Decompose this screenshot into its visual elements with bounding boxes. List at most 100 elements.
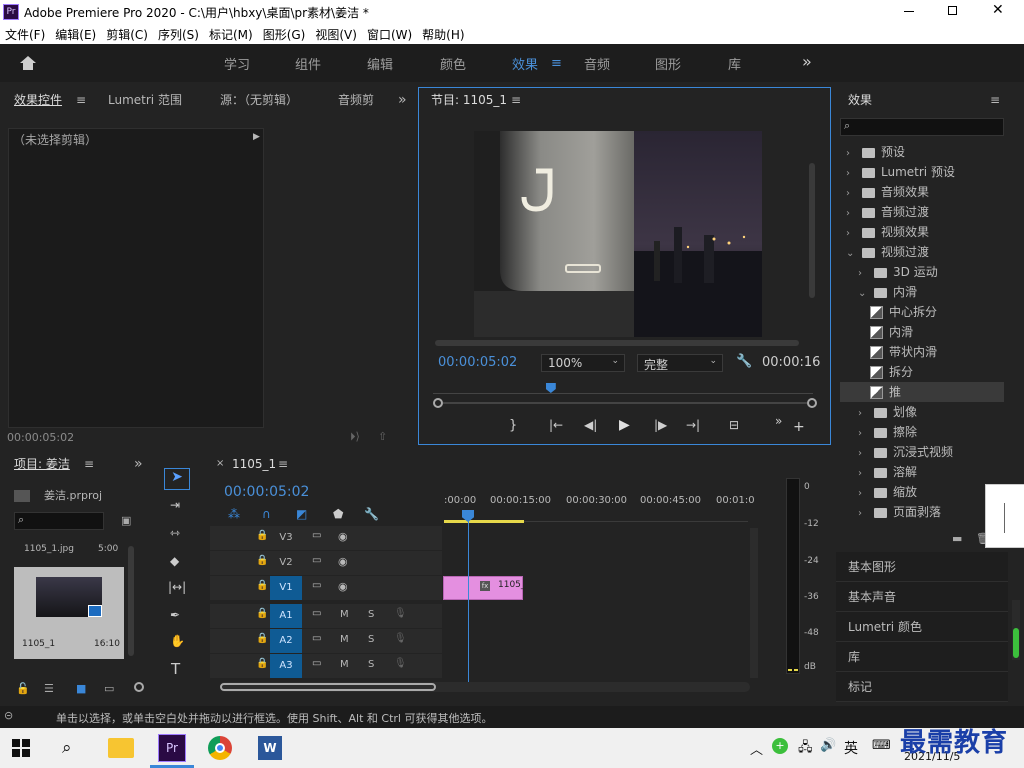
effects-tree-item[interactable]: › 沉浸式视频 (840, 442, 1004, 462)
effects-tree-item[interactable]: › Lumetri 预设 (840, 162, 1004, 182)
word-icon[interactable]: W (258, 736, 282, 760)
go-to-in-icon[interactable]: |← (549, 418, 563, 432)
menu-view[interactable]: 视图(V) (310, 24, 362, 45)
menu-window[interactable]: 窗口(W) (362, 24, 417, 45)
track-label-v2[interactable]: V2 (270, 551, 302, 575)
expand-arrow-icon[interactable]: ▶ (253, 132, 260, 142)
track-sync-icon[interactable]: ▭ (312, 530, 321, 541)
effects-tree-item[interactable]: 推 (840, 382, 1004, 402)
program-scroll-right-handle[interactable] (807, 398, 817, 408)
solo-button[interactable]: S (368, 659, 374, 670)
export-frame-icon[interactable]: ⇧ (378, 430, 387, 443)
effects-tree-item[interactable]: › 音频过渡 (840, 202, 1004, 222)
track-lock-icon[interactable]: 🔒 (256, 555, 268, 566)
chevron-right-icon[interactable]: › (846, 184, 856, 204)
icon-view-icon[interactable]: ■ (76, 682, 86, 695)
project-title[interactable]: 项目: 姜洁 (14, 452, 70, 476)
panel-libraries[interactable]: 库 (836, 642, 1008, 672)
track-sync-icon[interactable]: ▭ (312, 608, 321, 619)
lift-icon[interactable]: ⊟ (729, 418, 739, 432)
workspace-editing[interactable]: 编辑 (367, 54, 393, 73)
home-icon[interactable] (20, 56, 36, 70)
monitor-hscrollbar[interactable] (435, 340, 799, 346)
program-title[interactable]: 节目: 1105_1 (431, 88, 507, 112)
go-to-out-icon[interactable]: →| (686, 418, 700, 432)
track-sync-icon[interactable]: ▭ (312, 633, 321, 644)
project-scrollbar[interactable] (128, 546, 134, 656)
windows-start-icon[interactable] (12, 739, 30, 757)
timeline-hscroll-thumb[interactable] (220, 683, 436, 691)
chevron-right-icon[interactable]: › (858, 484, 868, 504)
workspace-color[interactable]: 颜色 (440, 54, 466, 73)
track-lock-icon[interactable]: 🔒 (256, 580, 268, 591)
sequence-item[interactable]: 1105_1 16:10 (14, 567, 124, 659)
play-icon[interactable]: ▶ (619, 417, 630, 433)
track-lock-icon[interactable]: 🔒 (256, 530, 268, 541)
effects-tree-item[interactable]: › 视频效果 (840, 222, 1004, 242)
mute-button[interactable]: M (340, 634, 349, 645)
menu-clip[interactable]: 剪辑(C) (101, 24, 153, 45)
slip-tool-icon[interactable]: |↔| (168, 580, 186, 594)
panel-overflow-icon[interactable]: » (398, 88, 407, 112)
workspace-assembly[interactable]: 组件 (295, 54, 321, 73)
timeline-playhead-line[interactable] (468, 512, 469, 684)
effects-tree-item[interactable]: › 3D 运动 (840, 262, 1004, 282)
chevron-right-icon[interactable]: › (846, 204, 856, 224)
solo-button[interactable]: S (368, 634, 374, 645)
panel-markers[interactable]: 标记 (836, 672, 1008, 702)
chevron-right-icon[interactable]: › (846, 224, 856, 244)
mute-button[interactable]: M (340, 659, 349, 670)
menu-file[interactable]: 文件(F) (0, 24, 50, 45)
effects-tree-item[interactable]: › 页面剥落 (840, 502, 1004, 522)
keyboard-icon[interactable]: ⌨ (872, 738, 891, 753)
track-sync-icon[interactable]: ▭ (312, 658, 321, 669)
timeline-ruler[interactable]: :00:00 00:00:15:00 00:00:30:00 00:00:45:… (444, 492, 755, 523)
effects-scrollbar[interactable] (1012, 600, 1020, 660)
track-lock-icon[interactable]: 🔒 (256, 608, 268, 619)
workspace-menu-icon[interactable]: ≡ (551, 56, 562, 71)
menu-graphics[interactable]: 图形(G) (258, 24, 311, 45)
mark-out-icon[interactable]: } (509, 418, 517, 433)
program-menu-icon[interactable]: ≡ (511, 88, 521, 112)
project-search-input[interactable]: ⌕ (14, 512, 104, 530)
effects-title[interactable]: 效果 (848, 88, 872, 112)
voiceover-icon[interactable]: 🎙 (394, 608, 407, 619)
menu-marker[interactable]: 标记(M) (204, 24, 258, 45)
wrench-icon[interactable]: 🔧 (736, 354, 752, 369)
zoom-select[interactable]: 100% ⌄ (541, 354, 625, 372)
track-label-v3[interactable]: V3 (270, 526, 302, 550)
tab-menu-icon[interactable]: ≡ (76, 88, 86, 112)
panel-lumetri-color[interactable]: Lumetri 颜色 (836, 612, 1008, 642)
new-bin-icon[interactable]: ▬ (952, 532, 962, 545)
effects-tree-item[interactable]: 拆分 (840, 362, 1004, 382)
track-eye-icon[interactable]: ◉ (338, 530, 348, 543)
quality-select[interactable]: 完整 ⌄ (637, 354, 723, 372)
selection-tool-icon[interactable]: ➤ (164, 468, 190, 490)
video-clip[interactable]: fx 1105_ (443, 576, 525, 600)
network-icon[interactable]: 🖧 (798, 738, 813, 760)
timeline-tab[interactable]: 1105_1 (232, 452, 276, 476)
button-editor-icon[interactable]: » (775, 414, 782, 428)
track-eye-icon[interactable]: ◉ (338, 555, 348, 568)
workspace-graphics[interactable]: 图形 (655, 54, 681, 73)
menu-edit[interactable]: 编辑(E) (50, 24, 101, 45)
ime-indicator[interactable]: 英 (844, 738, 858, 758)
effects-tree-item[interactable]: 中心拆分 (840, 302, 1004, 322)
program-time-ruler[interactable] (433, 384, 813, 394)
effects-tree-item[interactable]: › 划像 (840, 402, 1004, 422)
effects-scrollbar-thumb[interactable] (1013, 628, 1019, 658)
effects-menu-icon[interactable]: ≡ (990, 88, 1000, 112)
track-label-a2[interactable]: A2 (270, 629, 302, 653)
hand-tool-icon[interactable]: ✋ (170, 634, 185, 648)
search-icon[interactable]: ⌕ (62, 738, 90, 766)
effects-tree-item[interactable]: › 音频效果 (840, 182, 1004, 202)
panel-essential-graphics[interactable]: 基本图形 (836, 552, 1008, 582)
program-scroll-left-handle[interactable] (433, 398, 443, 408)
solo-button[interactable]: S (368, 609, 374, 620)
pen-tool-icon[interactable]: ✒ (170, 608, 180, 622)
chevron-right-icon[interactable]: › (846, 144, 856, 164)
chevron-right-icon[interactable]: › (858, 464, 868, 484)
timeline-settings-icon[interactable]: 🔧 (364, 507, 379, 521)
chevron-right-icon[interactable]: › (858, 404, 868, 424)
timeline-vscroll[interactable] (750, 528, 758, 678)
